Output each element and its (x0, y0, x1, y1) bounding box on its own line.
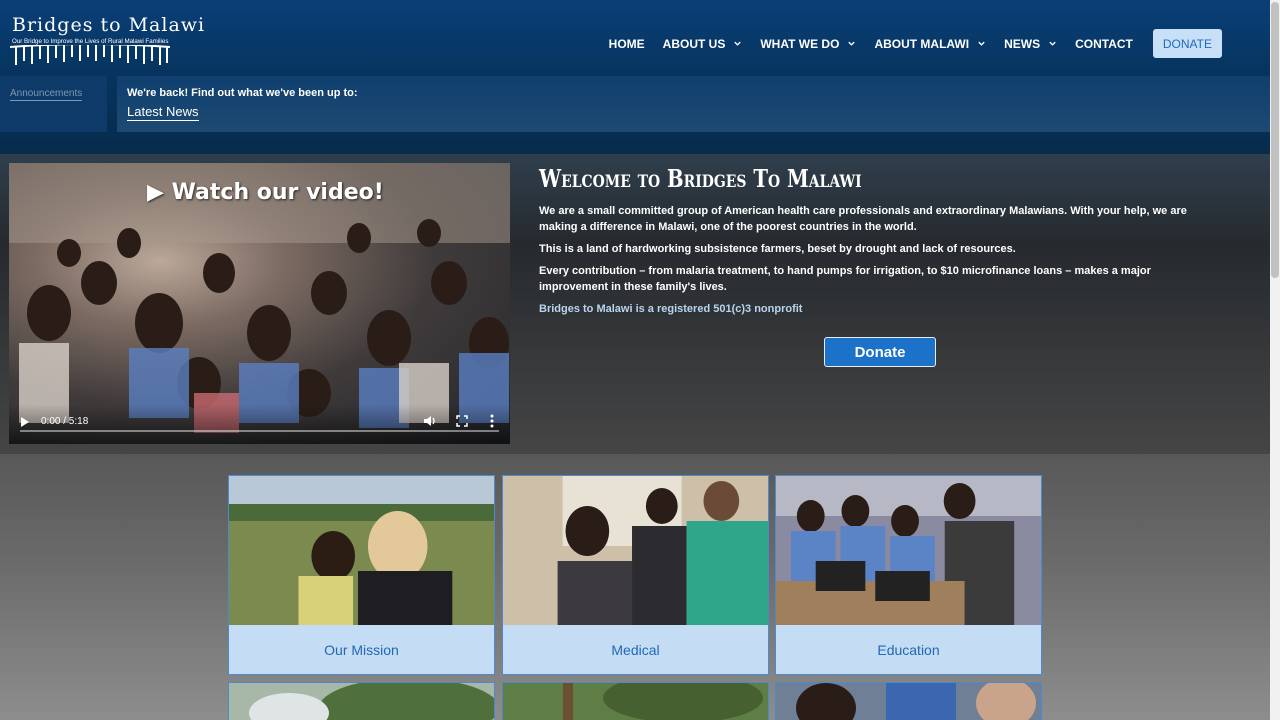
nav-about-malawi[interactable]: ABOUT MALAWI (874, 37, 986, 51)
site-logo[interactable]: Bridges to Malawi Our Bridge to Improve … (10, 14, 204, 68)
chevron-down-icon (1049, 41, 1056, 46)
logo-tagline: Our Bridge to Improve the Lives of Rural… (12, 38, 169, 45)
logo-title: Bridges to Malawi (12, 14, 206, 36)
welcome-paragraph-1: We are a small committed group of Americ… (539, 205, 1187, 233)
nav-what-we-do[interactable]: WHAT WE DO (760, 37, 856, 51)
chevron-down-icon (734, 41, 742, 46)
nav-about-us-label: ABOUT US (662, 36, 726, 51)
card-our-mission[interactable]: Our Mission (228, 475, 495, 675)
play-icon[interactable] (21, 417, 29, 427)
nav-home-label: HOME (608, 36, 645, 51)
announcement-text: We're back! Find out what we've been up … (127, 87, 358, 99)
card-row2-2-image (503, 683, 768, 720)
video-overlay-title: ▶ Watch our video! (147, 180, 384, 205)
card-row2-3-image (776, 683, 1041, 720)
chevron-down-icon (848, 41, 856, 46)
nonprofit-note: Bridges to Malawi is a registered 501(c)… (539, 303, 803, 315)
fullscreen-icon[interactable] (456, 415, 468, 427)
site-header: Bridges to Malawi Our Bridge to Improve … (0, 0, 1270, 154)
nav-what-we-do-label: WHAT WE DO (760, 36, 840, 51)
donate-button[interactable]: Donate (824, 337, 936, 367)
video-thumbnail (9, 163, 510, 433)
card-our-mission-label: Our Mission (324, 642, 399, 658)
welcome-paragraph-3: Every contribution – from malaria treatm… (539, 265, 1151, 293)
nav-contact[interactable]: CONTACT (1075, 37, 1133, 51)
card-medical[interactable]: Medical (502, 475, 769, 675)
more-options-icon[interactable] (490, 414, 494, 428)
nav-home[interactable]: HOME (609, 37, 645, 51)
card-education-label: Education (877, 642, 940, 658)
main-nav: HOME ABOUT US WHAT WE DO ABOUT MALAWI NE… (591, 29, 1222, 58)
nav-donate-button[interactable]: DONATE (1152, 29, 1222, 58)
nav-about-us[interactable]: ABOUT US (663, 37, 743, 51)
latest-news-link[interactable]: Latest News (127, 104, 199, 121)
hero-section: ▶ Watch our video! 0:00 / 5:18 Welcome t… (0, 154, 1270, 454)
welcome-title: Welcome to Bridges To Malawi (539, 164, 862, 193)
page-scrollbar-thumb[interactable] (1271, 2, 1279, 278)
announcements-label[interactable]: Announcements (10, 88, 83, 101)
welcome-paragraph-2: This is a land of hardworking subsistenc… (539, 243, 1016, 255)
bridge-logo-icon (10, 45, 170, 65)
card-row2-2[interactable] (502, 682, 769, 720)
card-our-mission-image (229, 476, 494, 625)
nav-about-malawi-label: ABOUT MALAWI (874, 36, 970, 51)
programs-section: Our Mission Medical Education (0, 454, 1270, 720)
chevron-down-icon (978, 41, 985, 46)
card-education-image (776, 476, 1041, 625)
nav-news[interactable]: NEWS (1004, 37, 1057, 51)
card-medical-image (503, 476, 768, 625)
announcement-panel: We're back! Find out what we've been up … (117, 76, 1270, 132)
card-row2-1-image (229, 683, 494, 720)
announcements-tab: Announcements (0, 76, 107, 132)
card-row2-3[interactable] (775, 682, 1042, 720)
card-education[interactable]: Education (775, 475, 1042, 675)
video-controls: 0:00 / 5:18 (9, 404, 510, 444)
nav-news-label: NEWS (1004, 36, 1041, 51)
card-row2-1[interactable] (228, 682, 495, 720)
video-player[interactable]: ▶ Watch our video! 0:00 / 5:18 (9, 163, 510, 444)
card-medical-label: Medical (611, 642, 660, 658)
video-progress-bar[interactable] (20, 430, 499, 432)
nav-contact-label: CONTACT (1075, 36, 1133, 51)
volume-icon[interactable] (423, 415, 437, 427)
video-time: 0:00 / 5:18 (41, 416, 89, 427)
